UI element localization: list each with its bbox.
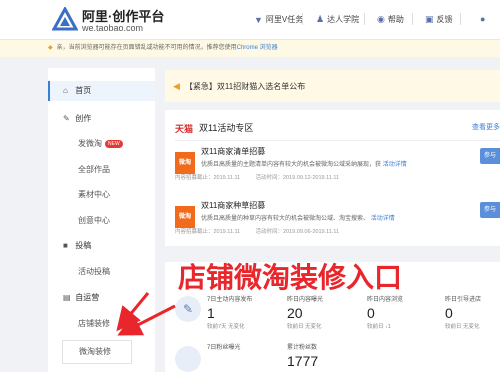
edit-icon: ✎ — [175, 296, 201, 322]
stat-store-visits: 昨日引导进店 0 较前日 无变化 — [445, 297, 482, 330]
stat-exposure: 昨日内容曝光 20 较前日 无变化 — [287, 297, 324, 330]
task-desc: 优质且高质量的种草内容有较大的机会被微淘公域、淘宝搜索、 活动详情 — [201, 216, 395, 222]
nav-v-task[interactable]: ▼ 阿里V任务 — [254, 14, 303, 25]
task-item: 微淘 双11商家清单招募 优质且高质量的主题清单内容有较大的机会被微淘公域采纳展… — [175, 144, 500, 194]
task-name[interactable]: 双11商家清单招募 — [201, 146, 265, 157]
chrome-link[interactable]: Chrome 浏览器 — [237, 45, 278, 51]
join-button[interactable]: 参与 — [480, 202, 500, 218]
user-avatar[interactable]: ● — [480, 14, 485, 24]
fans-icon — [175, 346, 201, 372]
sidebar-item-self-operate[interactable]: ▤ 自运营 — [48, 288, 155, 308]
sidebar-item-all-works[interactable]: 全部作品 — [48, 160, 155, 180]
nav-help[interactable]: ◉ 帮助 — [377, 14, 404, 25]
sidebar-item-weitao-decoration[interactable]: 微淘装修 — [62, 340, 132, 364]
view-more-link[interactable]: 查看更多 — [472, 122, 500, 132]
card-title: 双11活动专区 — [199, 123, 254, 133]
task-meta: 内容招募截止：2019.11.11 活动时间：2019.09.12-2019.1… — [175, 175, 340, 181]
home-icon: ⌂ — [63, 86, 68, 95]
task-thumbnail: 微淘 — [175, 152, 195, 174]
nav-academy[interactable]: ♟ 达人学院 — [316, 14, 359, 25]
warning-icon: ◆ — [48, 45, 53, 51]
v-task-icon: ▼ — [254, 14, 263, 25]
task-item: 微淘 双11商家种草招募 优质且高质量的种草内容有较大的机会被微淘公域、淘宝搜索… — [175, 198, 500, 248]
create-icon: ✎ — [63, 114, 70, 123]
help-icon: ◉ — [377, 14, 385, 24]
task-name[interactable]: 双11商家种草招募 — [201, 200, 265, 211]
self-operate-icon: ▤ — [63, 293, 71, 302]
submit-icon: ■ — [63, 241, 68, 250]
activity-detail-link[interactable]: 活动详情 — [371, 216, 395, 222]
divider — [175, 140, 500, 141]
megaphone-icon: ◀ — [173, 81, 180, 91]
sidebar: ⌂ 首页 ✎ 创作 发微淘 NEW 全部作品 素材中心 创意中心 ■ 投稿 活动投… — [48, 68, 155, 372]
join-button[interactable]: 参与 — [480, 148, 500, 164]
sidebar-item-activity-submit[interactable]: 活动投稿 — [48, 262, 155, 282]
urgent-banner[interactable]: ◀ 【紧急】双11招财猫入选名单公布 — [165, 70, 500, 102]
feedback-icon: ▣ — [425, 14, 434, 24]
stat-fan-exposure: 7日粉丝曝光 — [207, 345, 241, 351]
sidebar-item-post-weitao[interactable]: 发微淘 NEW — [48, 134, 155, 154]
sidebar-item-create[interactable]: ✎ 创作 — [48, 109, 155, 129]
tmall-logo: 天猫 — [175, 124, 194, 134]
new-badge: NEW — [105, 139, 123, 148]
activity-card: 天猫 双11活动专区 查看更多 微淘 双11商家清单招募 优质且高质量的主题清单… — [165, 110, 500, 246]
annotation-label: 店铺微淘装修入口 — [178, 261, 403, 294]
task-thumbnail: 微淘 — [175, 206, 195, 228]
nav-feedback[interactable]: ▣ 反馈 — [425, 14, 453, 25]
top-header: 阿里·创作平台 we.taobao.com ▼ 阿里V任务 ♟ 达人学院 ◉ 帮… — [0, 0, 500, 40]
sidebar-item-shop-decoration[interactable]: 店铺装修 — [48, 314, 155, 334]
activity-detail-link[interactable]: 活动详情 — [383, 162, 407, 168]
browser-notice: ◆ 亲，当前浏览器可能存在页面错乱或功能不可用的情况，推荐您使用Chrome 浏览… — [0, 40, 500, 57]
task-meta: 内容招募截止：2019.11.11 活动时间：2019.09.06-2019.1… — [175, 229, 340, 235]
stat-total-fans: 累计粉丝数 1777 — [287, 345, 319, 369]
stat-7day-posts: 7日主动内容发布 1 较前7天 无变化 — [207, 297, 253, 330]
sidebar-item-creative-center[interactable]: 创意中心 — [48, 211, 155, 231]
task-desc: 优质且高质量的主题清单内容有较大的机会被微淘公域采纳展现，获 活动详情 — [201, 162, 407, 168]
sidebar-item-material-center[interactable]: 素材中心 — [48, 185, 155, 205]
stat-views: 昨日内容浏览 0 较前日 ↓1 — [367, 297, 404, 330]
sidebar-item-home[interactable]: ⌂ 首页 — [48, 81, 155, 101]
logo-icon[interactable] — [52, 7, 78, 33]
app-subtitle: we.taobao.com — [82, 23, 144, 33]
academy-icon: ♟ — [316, 14, 325, 24]
user-icon: ● — [480, 14, 486, 24]
sidebar-item-submit[interactable]: ■ 投稿 — [48, 236, 155, 256]
